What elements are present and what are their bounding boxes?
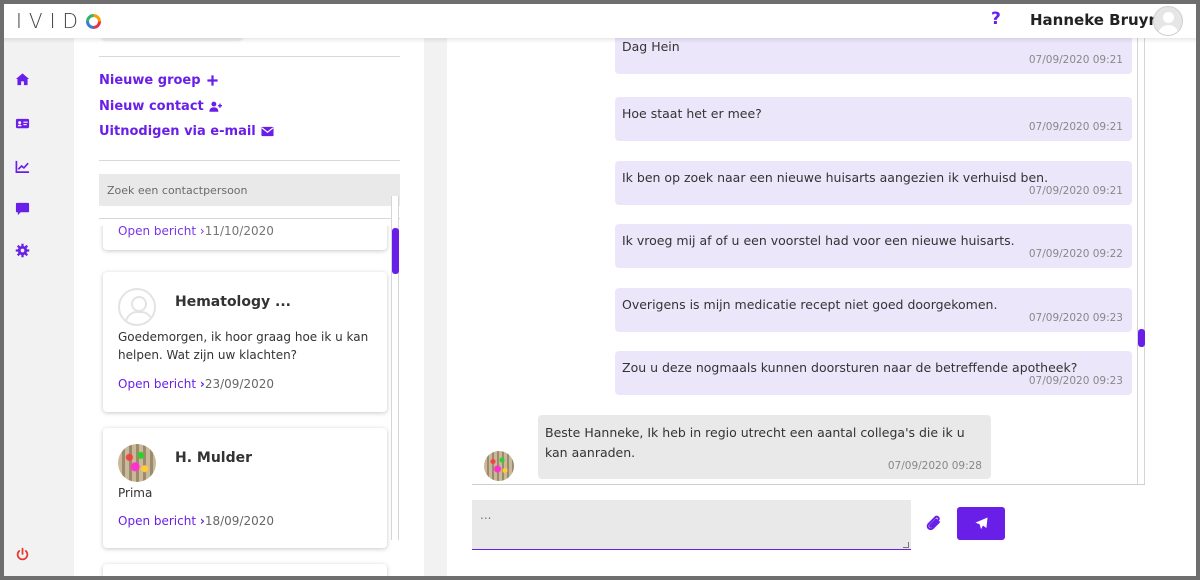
avatar-placeholder-icon <box>118 288 156 326</box>
top-bar: IVID ? Hanneke Bruyn <box>0 0 1200 38</box>
message-date: 23/09/2020 <box>204 377 274 391</box>
logo-text: IVID <box>16 9 85 33</box>
gear-icon[interactable] <box>14 242 30 258</box>
outgoing-message: Overigens is mijn medicatie recept niet … <box>615 288 1132 332</box>
divider <box>99 56 400 57</box>
power-icon[interactable] <box>14 546 30 562</box>
message-timestamp: 07/09/2020 09:22 <box>1028 248 1123 260</box>
message-text: Dag Hein <box>622 39 680 54</box>
incoming-message: Beste Hanneke, Ik heb in regio utrecht e… <box>538 415 991 479</box>
outgoing-message: Ik ben op zoek naar een nieuwe huisarts … <box>615 161 1132 205</box>
user-avatar[interactable] <box>1153 6 1183 36</box>
chat-scroll-thumb[interactable] <box>1138 329 1145 347</box>
help-button[interactable]: ? <box>991 9 1001 29</box>
outgoing-message: Ik vroeg mij af of u een voorstel had vo… <box>615 224 1132 268</box>
message-timestamp: 07/09/2020 09:21 <box>1028 54 1123 66</box>
contact-name: Hematology ... <box>175 294 291 310</box>
open-message-link[interactable]: Open bericht ›23/09/2020 <box>118 377 274 391</box>
message-date: 11/10/2020 <box>204 226 274 238</box>
contacts-panel: Nieuwe groep Nieuw contact Uitnodigen vi… <box>74 28 424 578</box>
message-text: Ik vroeg mij af of u een voorstel had vo… <box>622 233 1015 248</box>
message-preview: Prima <box>118 486 153 500</box>
message-timestamp: 07/09/2020 09:21 <box>1028 121 1123 133</box>
plus-icon <box>206 75 218 86</box>
outgoing-message: Hoe staat het er mee? 07/09/2020 09:21 <box>615 97 1132 141</box>
chat-scrollbar[interactable] <box>1137 38 1145 484</box>
divider <box>99 218 400 219</box>
message-timestamp: 07/09/2020 09:28 <box>887 460 982 472</box>
open-message-link[interactable]: Open bericht ›11/10/2020 <box>118 226 274 238</box>
contact-list: Open bericht ›11/10/2020 Hematology ... … <box>99 226 399 578</box>
new-contact-label: Nieuw contact <box>99 99 204 114</box>
new-group-label: Nieuwe groep <box>99 73 201 88</box>
contact-name: H. Mulder <box>175 450 253 466</box>
resize-handle-icon[interactable] <box>903 542 909 548</box>
ivido-logo[interactable]: IVID <box>16 9 101 33</box>
message-text: Hoe staat het er mee? <box>622 106 762 121</box>
message-date: 18/09/2020 <box>204 514 274 528</box>
contact-list-scroll-thumb[interactable] <box>392 228 399 274</box>
user-name[interactable]: Hanneke Bruyn <box>1030 11 1159 29</box>
message-preview: Goedemorgen, ik hoor graag hoe ik u kan … <box>118 330 369 362</box>
message-text: Overigens is mijn medicatie recept niet … <box>622 297 998 312</box>
divider <box>99 160 400 161</box>
outgoing-message: Zou u deze nogmaals kunnen doorsturen na… <box>615 351 1132 395</box>
invite-email-link[interactable]: Uitnodigen via e-mail <box>99 124 274 139</box>
avatar <box>118 444 156 482</box>
divider <box>472 484 1145 485</box>
message-input[interactable] <box>472 500 911 550</box>
send-button[interactable] <box>957 507 1005 540</box>
home-icon[interactable] <box>14 71 30 87</box>
message-text: Beste Hanneke, Ik heb in regio utrecht e… <box>545 425 965 460</box>
message-thread: Dag Hein 07/09/2020 09:21 Hoe staat het … <box>447 38 1147 484</box>
user-plus-icon <box>209 101 222 112</box>
message-timestamp: 07/09/2020 09:21 <box>1028 185 1123 197</box>
outgoing-message: Dag Hein 07/09/2020 09:21 <box>615 38 1132 74</box>
contact-card[interactable]: H. Mulder Prima Open bericht ›18/09/2020 <box>103 428 387 548</box>
left-nav <box>4 38 40 576</box>
message-text: Zou u deze nogmaals kunnen doorsturen na… <box>622 360 1078 375</box>
message-text: Ik ben op zoek naar een nieuwe huisarts … <box>622 170 1049 185</box>
contact-search-input[interactable] <box>99 174 400 206</box>
open-message-link[interactable]: Open bericht ›18/09/2020 <box>118 514 274 528</box>
contact-card-icon[interactable] <box>14 115 30 131</box>
message-timestamp: 07/09/2020 09:23 <box>1028 312 1123 324</box>
chat-icon[interactable] <box>14 200 30 216</box>
contact-card[interactable]: Open bericht ›11/10/2020 <box>103 226 387 250</box>
send-icon <box>974 517 988 530</box>
sender-avatar <box>484 451 514 481</box>
contact-card[interactable] <box>103 564 387 578</box>
new-group-link[interactable]: Nieuwe groep <box>99 73 219 88</box>
open-message-label: Open bericht <box>118 226 197 238</box>
new-contact-link[interactable]: Nieuw contact <box>99 99 222 114</box>
chart-line-icon[interactable] <box>14 158 30 174</box>
envelope-icon <box>261 126 274 137</box>
chat-panel: Dag Hein 07/09/2020 09:21 Hoe staat het … <box>447 38 1196 578</box>
open-message-label: Open bericht <box>118 377 197 391</box>
contact-card[interactable]: Hematology ... Goedemorgen, ik hoor graa… <box>103 272 387 412</box>
invite-email-label: Uitnodigen via e-mail <box>99 124 256 139</box>
message-timestamp: 07/09/2020 09:23 <box>1028 375 1123 387</box>
logo-mark-icon <box>85 13 101 29</box>
open-message-label: Open bericht <box>118 514 197 528</box>
paperclip-icon[interactable] <box>924 513 944 535</box>
